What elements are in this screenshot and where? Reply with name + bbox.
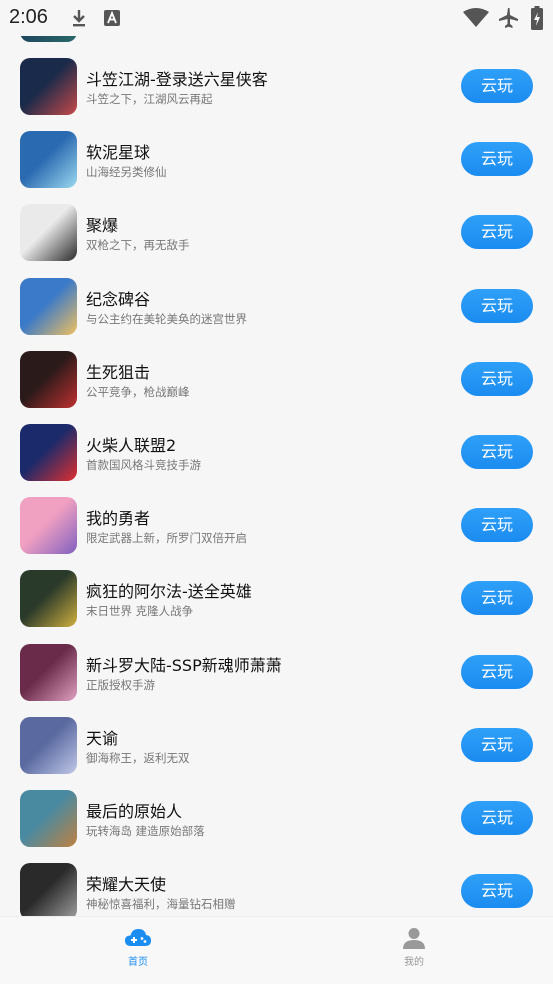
game-name: 纪念碑谷 bbox=[86, 289, 151, 309]
wifi-icon bbox=[463, 8, 489, 32]
game-name: 最后的原始人 bbox=[86, 802, 183, 821]
tab-home-label: 首页 bbox=[128, 957, 148, 968]
bottom-tab-bar: 首页 我的 bbox=[0, 916, 553, 984]
game-icon[interactable] bbox=[20, 204, 77, 262]
game-description: 山海经另类修仙 bbox=[86, 165, 167, 180]
game-row[interactable]: 疯狂的阿尔法-送全英雄末日世界 克隆人战争 云玩 bbox=[0, 570, 553, 643]
game-icon[interactable] bbox=[20, 58, 77, 115]
game-list[interactable]: 斗笠江湖-登录送六星侠客 斗笠之下，江湖风云再起 云玩 软泥星球 山海经另类修仙 云玩 聚爆… bbox=[0, 36, 553, 916]
game-row[interactable]: 纪念碑谷与公主约在美轮美奂的迷宫世界 云玩 bbox=[0, 277, 553, 351]
game-name: 生死狙击 bbox=[86, 362, 151, 382]
game-name: 天谕 bbox=[86, 728, 119, 748]
game-description: 双枪之下，再无敌手 bbox=[86, 238, 190, 253]
cloud-play-button[interactable]: 云玩 bbox=[461, 874, 533, 909]
game-icon[interactable] bbox=[20, 350, 77, 408]
game-row[interactable]: 荣耀大天使神秘惊喜福利，海量钻石相赠 云玩 bbox=[0, 863, 553, 916]
cloud-play-button[interactable]: 云玩 bbox=[461, 654, 533, 689]
cloud-gamepad-icon bbox=[124, 927, 152, 951]
game-row[interactable]: 我的勇者限定武器上新，所罗门双倍开启 云玩 bbox=[0, 497, 553, 570]
game-name: 斗笠江湖-登录送六星侠客 bbox=[86, 70, 268, 89]
game-row[interactable]: 最后的原始人玩转海岛 建造原始部落 云玩 bbox=[0, 790, 553, 863]
game-description: 斗笠之下，江湖风云再起 bbox=[86, 92, 213, 106]
download-icon bbox=[70, 8, 88, 32]
tab-mine[interactable]: 我的 bbox=[276, 917, 552, 984]
status-bar: 2:06 bbox=[0, 0, 553, 36]
game-name: 聚爆 bbox=[86, 216, 119, 236]
game-icon[interactable] bbox=[20, 424, 77, 481]
game-name: 我的勇者 bbox=[86, 509, 151, 529]
game-icon[interactable] bbox=[20, 790, 77, 847]
cloud-play-button[interactable]: 云玩 bbox=[461, 801, 533, 835]
game-icon[interactable] bbox=[20, 497, 77, 555]
game-description: 首款国风格斗竞技手游 bbox=[86, 458, 201, 472]
game-row[interactable]: 火柴人联盟2 首款国风格斗竞技手游 云玩 bbox=[0, 424, 553, 497]
game-name: 疯狂的阿尔法-送全英雄 bbox=[86, 582, 252, 602]
airplane-icon bbox=[497, 7, 519, 33]
cloud-play-button[interactable]: 云玩 bbox=[461, 581, 533, 616]
game-row[interactable]: 天谕御海称王，返利无双 云玩 bbox=[0, 716, 553, 790]
partial-game-icon bbox=[20, 36, 77, 42]
cloud-play-button[interactable]: 云玩 bbox=[461, 435, 533, 469]
game-description: 末日世界 克隆人战争 bbox=[86, 604, 194, 619]
cloud-play-button[interactable]: 云玩 bbox=[461, 361, 533, 396]
game-row[interactable]: 新斗罗大陆-SSP新魂师萧萧正版授权手游 云玩 bbox=[0, 643, 553, 717]
game-description: 公平竞争，枪战巅峰 bbox=[86, 384, 190, 399]
cloud-play-button[interactable]: 云玩 bbox=[461, 288, 533, 323]
game-icon[interactable] bbox=[20, 716, 77, 774]
game-icon[interactable] bbox=[20, 131, 77, 189]
game-icon[interactable] bbox=[20, 643, 77, 701]
cloud-play-button[interactable]: 云玩 bbox=[461, 215, 533, 250]
game-name: 软泥星球 bbox=[86, 143, 151, 163]
cloud-play-button[interactable]: 云玩 bbox=[461, 508, 533, 543]
game-description: 御海称王，返利无双 bbox=[86, 750, 190, 765]
game-icon[interactable] bbox=[20, 277, 77, 335]
game-icon[interactable] bbox=[20, 863, 77, 916]
game-name: 新斗罗大陆-SSP新魂师萧萧 bbox=[86, 655, 282, 675]
cloud-play-button[interactable]: 云玩 bbox=[461, 142, 533, 177]
cloud-play-button[interactable]: 云玩 bbox=[461, 727, 533, 762]
tab-home[interactable]: 首页 bbox=[0, 917, 276, 984]
font-a-icon bbox=[104, 10, 120, 30]
game-name: 荣耀大天使 bbox=[86, 875, 167, 895]
game-name: 火柴人联盟2 bbox=[86, 436, 177, 455]
status-time: 2:06 bbox=[9, 6, 48, 28]
cloud-play-button[interactable]: 云玩 bbox=[461, 69, 533, 103]
person-icon bbox=[402, 927, 426, 953]
game-description: 正版授权手游 bbox=[86, 677, 155, 692]
battery-charging-icon bbox=[531, 6, 543, 34]
game-row[interactable]: 生死狙击公平竞争，枪战巅峰 云玩 bbox=[0, 350, 553, 424]
game-description: 与公主约在美轮美奂的迷宫世界 bbox=[86, 311, 247, 326]
game-row[interactable]: 聚爆双枪之下，再无敌手 云玩 bbox=[0, 204, 553, 277]
game-row[interactable]: 软泥星球山海经另类修仙 云玩 bbox=[0, 131, 553, 204]
game-icon[interactable] bbox=[20, 570, 77, 628]
tab-mine-label: 我的 bbox=[404, 957, 424, 968]
game-description: 限定武器上新，所罗门双倍开启 bbox=[86, 531, 247, 546]
game-description: 玩转海岛 建造原始部落 bbox=[86, 824, 205, 838]
game-description: 神秘惊喜福利，海量钻石相赠 bbox=[86, 897, 236, 912]
game-row[interactable]: 斗笠江湖-登录送六星侠客斗笠之下，江湖风云再起 云玩 bbox=[0, 58, 553, 131]
